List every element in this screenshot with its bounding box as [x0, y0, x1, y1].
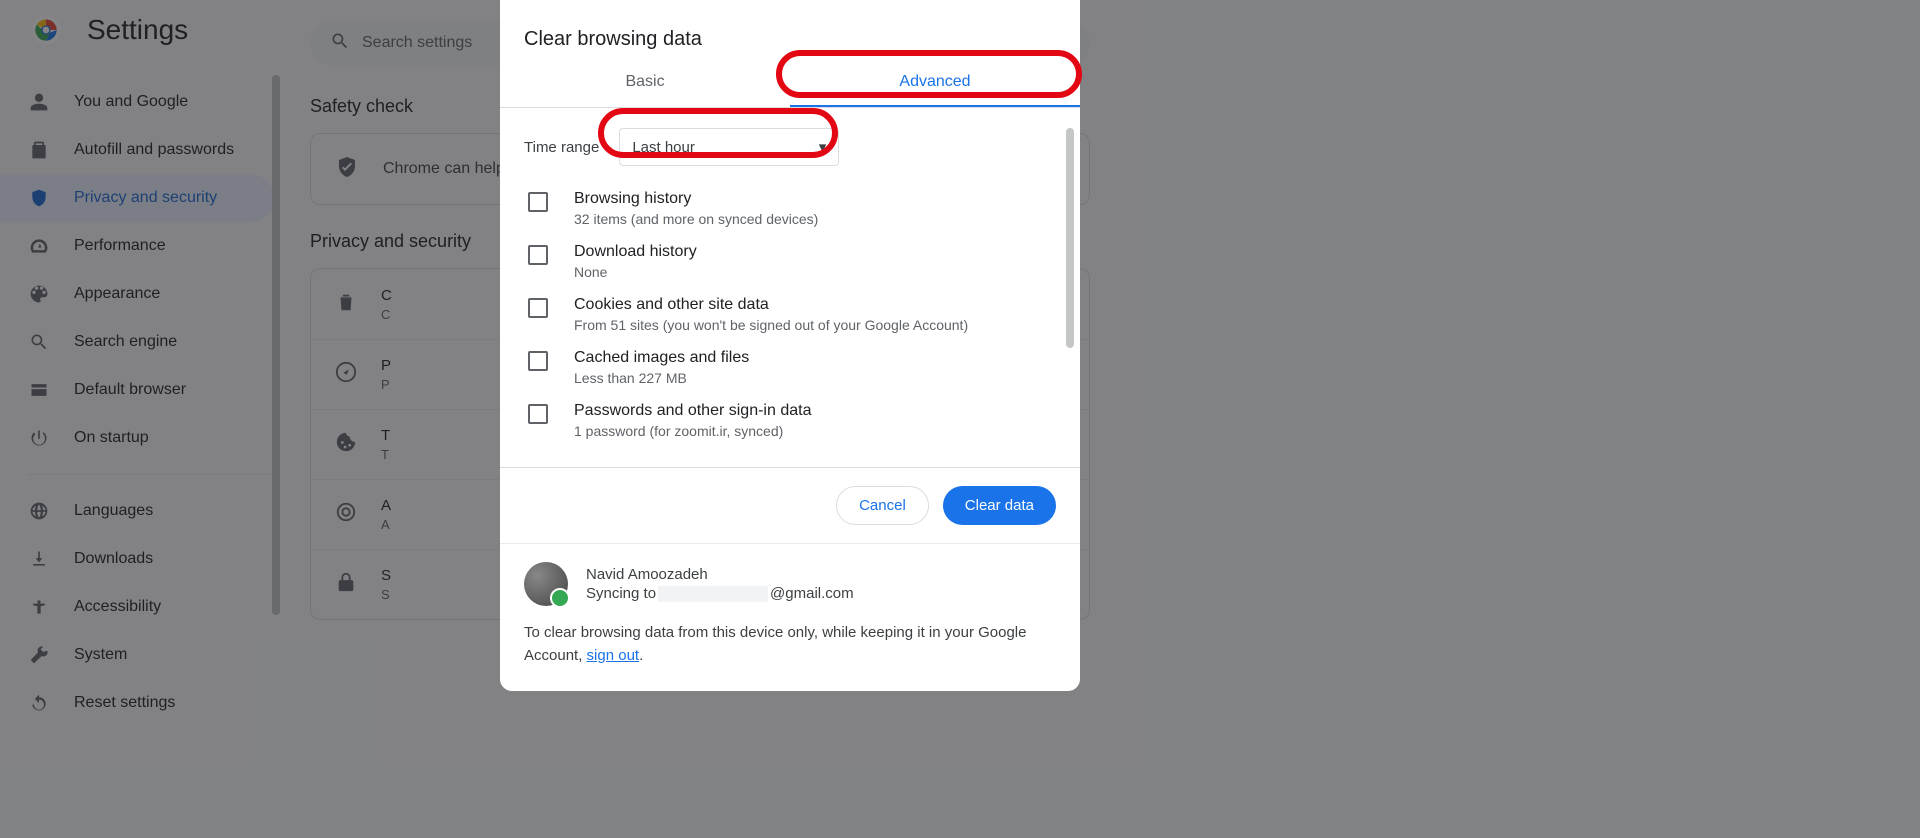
clear-item-download-history[interactable]: Download historyNone — [524, 235, 1056, 288]
checkbox[interactable] — [528, 298, 548, 318]
syncing-email: Syncing to @gmail.com — [586, 585, 854, 602]
cancel-button[interactable]: Cancel — [836, 486, 929, 525]
checkbox[interactable] — [528, 351, 548, 371]
clear-item-cookies-and-other-site-data[interactable]: Cookies and other site dataFrom 51 sites… — [524, 288, 1056, 341]
dropdown-icon: ▾ — [819, 138, 827, 156]
account-section: Navid Amoozadeh Syncing to @gmail.com To… — [500, 543, 1080, 691]
dialog-tabs: Basic Advanced — [500, 59, 1080, 108]
clear-data-button[interactable]: Clear data — [943, 486, 1056, 525]
time-range-select[interactable]: Last hour ▾ — [619, 128, 839, 166]
dialog-title: Clear browsing data — [500, 0, 1080, 59]
redacted-email-part — [658, 586, 768, 602]
account-name: Navid Amoozadeh — [586, 566, 854, 583]
time-range-label: Time range — [524, 139, 599, 156]
clear-item-passwords-and-other-sign-in-data[interactable]: Passwords and other sign-in data1 passwo… — [524, 394, 1056, 447]
tab-basic[interactable]: Basic — [500, 59, 790, 107]
sign-out-note: To clear browsing data from this device … — [524, 622, 1056, 667]
clear-item-browsing-history[interactable]: Browsing history32 items (and more on sy… — [524, 182, 1056, 235]
tab-advanced[interactable]: Advanced — [790, 59, 1080, 107]
sign-out-link[interactable]: sign out — [587, 647, 640, 664]
checkbox[interactable] — [528, 245, 548, 265]
avatar — [524, 562, 568, 606]
time-range-value: Last hour — [632, 139, 695, 156]
clear-browsing-data-dialog: Clear browsing data Basic Advanced Time … — [500, 0, 1080, 691]
clear-item-cached-images-and-files[interactable]: Cached images and filesLess than 227 MB — [524, 341, 1056, 394]
checkbox[interactable] — [528, 404, 548, 424]
dialog-footer: Cancel Clear data — [500, 467, 1080, 543]
checkbox[interactable] — [528, 192, 548, 212]
